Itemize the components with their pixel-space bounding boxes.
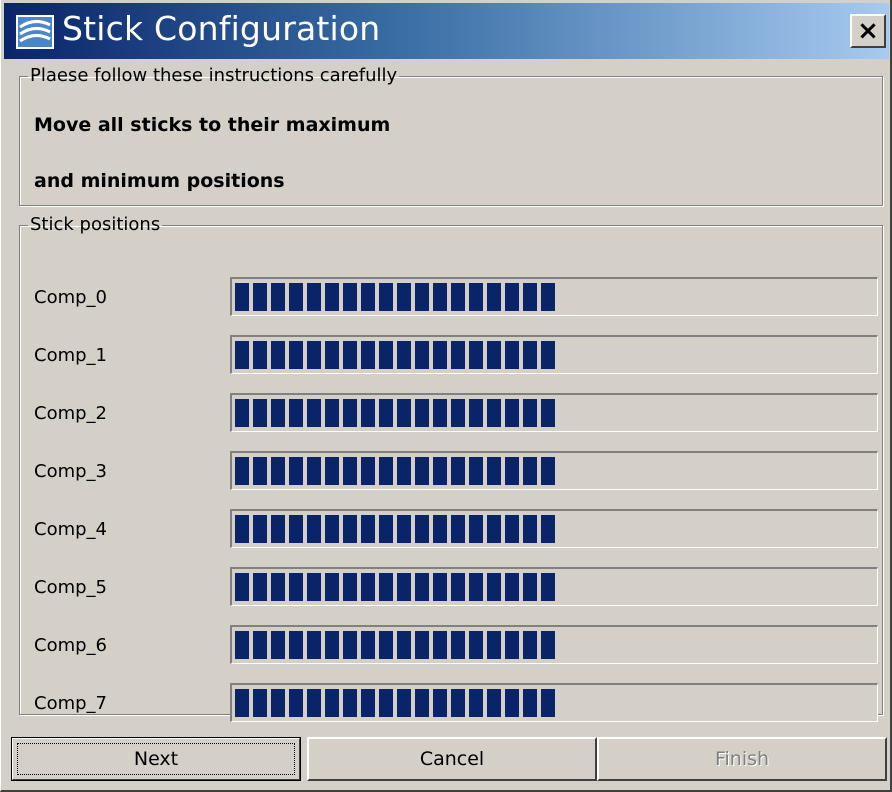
- stick-progress-bar: [230, 335, 878, 374]
- stick-label: Comp_7: [34, 693, 107, 714]
- stick-row-comp-6: Comp_6: [20, 625, 880, 669]
- stick-configuration-dialog: Stick Configuration × Plaese follow thes…: [0, 0, 892, 792]
- stick-row-comp-0: Comp_0: [20, 277, 880, 321]
- stick-row-comp-3: Comp_3: [20, 451, 880, 495]
- close-button[interactable]: ×: [850, 14, 886, 48]
- instructions-group: Plaese follow these instructions careful…: [19, 66, 883, 206]
- stick-progress-bar: [230, 451, 878, 490]
- stick-label: Comp_4: [34, 519, 107, 540]
- stick-label: Comp_5: [34, 577, 107, 598]
- cancel-button-label: Cancel: [419, 748, 485, 770]
- stick-row-comp-7: Comp_7: [20, 683, 880, 727]
- progress-fill: [235, 341, 555, 369]
- progress-fill: [235, 457, 555, 485]
- stick-label: Comp_3: [34, 461, 107, 482]
- stick-progress-bar: [230, 277, 878, 316]
- stick-positions-legend: Stick positions: [30, 214, 161, 235]
- title-bar[interactable]: Stick Configuration ×: [4, 3, 889, 59]
- progress-fill: [235, 515, 555, 543]
- stick-label: Comp_1: [34, 345, 107, 366]
- stick-progress-bar: [230, 509, 878, 548]
- stick-positions-group: Stick positions Comp_0 Comp_1 Comp_2 Com…: [19, 214, 883, 722]
- stick-row-comp-5: Comp_5: [20, 567, 880, 611]
- stick-label: Comp_0: [34, 287, 107, 308]
- instruction-line-2: and minimum positions: [34, 170, 285, 192]
- stick-progress-bar: [230, 625, 878, 664]
- window-title: Stick Configuration: [62, 9, 381, 48]
- progress-fill: [235, 689, 555, 717]
- stick-label: Comp_2: [34, 403, 107, 424]
- stick-row-comp-4: Comp_4: [20, 509, 880, 553]
- next-button[interactable]: Next: [11, 737, 301, 781]
- finish-button: Finish: [597, 737, 887, 781]
- cancel-button[interactable]: Cancel: [307, 737, 597, 781]
- instructions-legend: Plaese follow these instructions careful…: [30, 65, 398, 86]
- close-icon: ×: [857, 16, 879, 46]
- progress-fill: [235, 399, 555, 427]
- next-button-label: Next: [133, 748, 179, 770]
- stick-row-comp-2: Comp_2: [20, 393, 880, 437]
- stick-progress-bar: [230, 683, 878, 722]
- progress-fill: [235, 631, 555, 659]
- finish-button-label: Finish: [714, 748, 770, 770]
- app-logo-icon: [16, 15, 54, 49]
- instruction-line-1: Move all sticks to their maximum: [34, 114, 391, 136]
- stick-label: Comp_6: [34, 635, 107, 656]
- stick-progress-bar: [230, 567, 878, 606]
- progress-fill: [235, 283, 555, 311]
- stick-row-comp-1: Comp_1: [20, 335, 880, 379]
- stick-progress-bar: [230, 393, 878, 432]
- progress-fill: [235, 573, 555, 601]
